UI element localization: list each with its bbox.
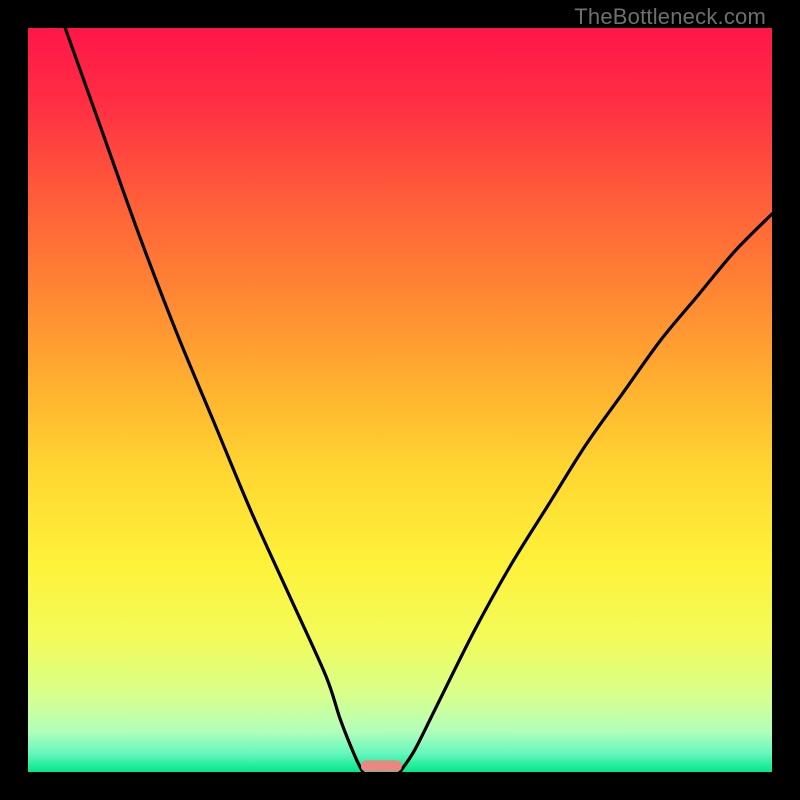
gradient-background xyxy=(28,28,772,772)
watermark-text: TheBottleneck.com xyxy=(574,4,766,30)
plot-area xyxy=(28,28,772,772)
optimal-marker xyxy=(361,760,402,771)
bottleneck-curve-chart xyxy=(28,28,772,772)
